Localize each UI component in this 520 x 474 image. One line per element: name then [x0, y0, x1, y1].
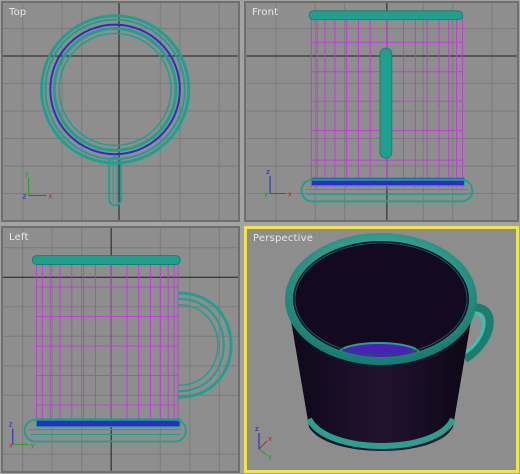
gizmo-x-label: x [268, 435, 272, 443]
viewport-label-left[interactable]: Left [9, 232, 29, 243]
top-axis-gizmo: x y z [23, 170, 53, 201]
viewport-label-top[interactable]: Top [9, 7, 26, 18]
mug-shaded[interactable] [285, 233, 494, 451]
gizmo-x-label: x [288, 190, 292, 198]
viewport-label-front[interactable]: Front [252, 7, 278, 18]
gizmo-z-label: z [23, 192, 27, 200]
gizmo-y-label: y [25, 170, 29, 178]
mug-front-wireframe[interactable] [300, 10, 474, 203]
front-view-canvas[interactable]: x y z [246, 3, 517, 220]
viewport-front[interactable]: x y z Front [244, 1, 519, 222]
perspective-view-canvas[interactable]: x y z [247, 229, 516, 470]
mug-left-wireframe[interactable] [23, 255, 233, 443]
viewport-perspective[interactable]: x y z Perspective [244, 226, 519, 473]
gizmo-z-label: z [9, 421, 13, 429]
gizmo-y-label: y [31, 441, 35, 449]
viewport-top[interactable]: x y z Top [1, 1, 240, 222]
gizmo-z-label: z [255, 425, 259, 433]
top-view-canvas[interactable]: x y z [3, 3, 238, 220]
gizmo-z-label: z [266, 168, 270, 176]
gizmo-x-label: x [9, 441, 13, 449]
gizmo-x-label: x [48, 192, 52, 200]
viewport-left[interactable]: y x z Left [1, 226, 240, 473]
perspective-axis-gizmo: x y z [255, 425, 272, 461]
left-view-canvas[interactable]: y x z [3, 228, 238, 471]
viewport-label-perspective[interactable]: Perspective [253, 233, 313, 244]
gizmo-y-label: y [268, 453, 272, 461]
gizmo-y-label: y [264, 190, 268, 198]
